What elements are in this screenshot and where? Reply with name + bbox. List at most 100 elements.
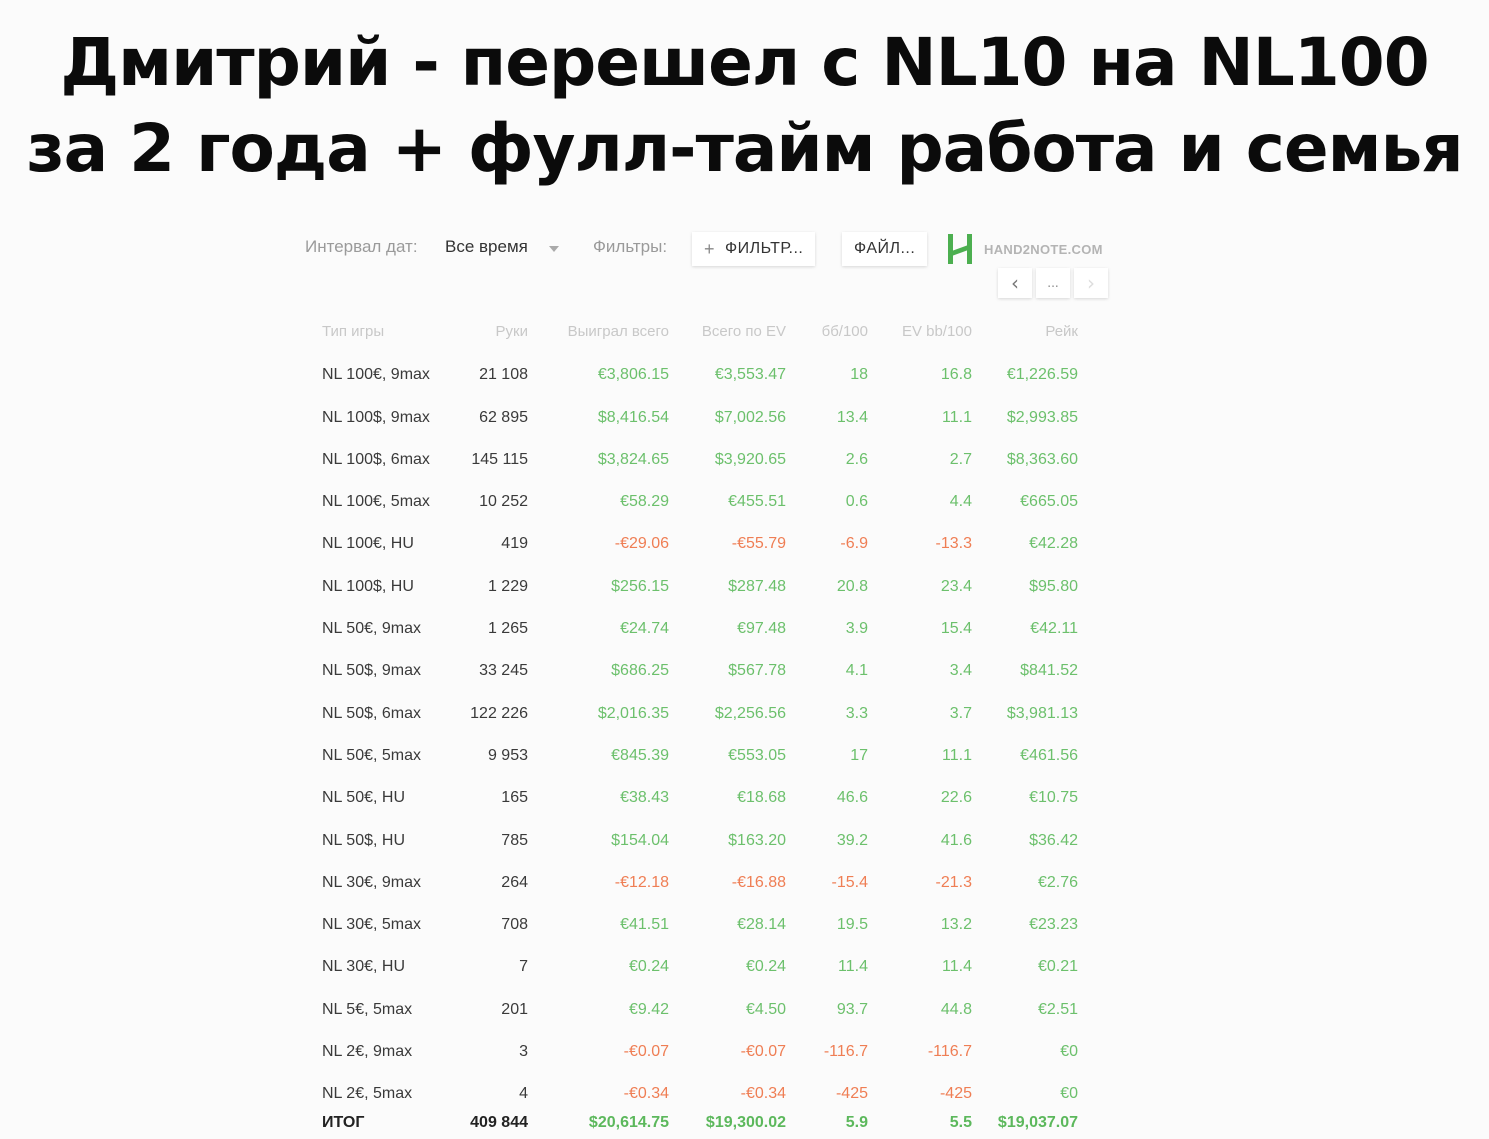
- cell-ev-total: €97.48: [737, 620, 786, 638]
- cell-won-total: $686.25: [611, 662, 669, 680]
- headline: Дмитрий - перешел с NL10 на NL100 за 2 г…: [0, 20, 1489, 192]
- cell-game-type: NL 2€, 9max: [322, 1043, 413, 1061]
- cell-bb100: -116.7: [823, 1043, 868, 1061]
- table-row[interactable]: NL 50$, HU 785 $154.04 $163.20 39.2 41.6 $36.4…: [322, 811, 1078, 853]
- total-hands: 409 844: [470, 1114, 528, 1132]
- col-header-bb100[interactable]: бб/100: [786, 316, 868, 346]
- total-won: $20,614.75: [588, 1114, 669, 1132]
- total-ev-bb100: 5.5: [949, 1114, 972, 1132]
- cell-rake: $8,363.60: [1006, 450, 1078, 468]
- hand2note-logo: HAND2NOTE.COM: [946, 232, 1103, 266]
- table-row[interactable]: NL 100$, 9max 62 895 $8,416.54 $7,002.56 13.…: [322, 388, 1078, 430]
- cell-ev-bb100: -13.3: [935, 535, 972, 553]
- cell-hands: 419: [501, 535, 528, 553]
- cell-rake: €2.76: [1037, 873, 1078, 891]
- col-header-rake[interactable]: Рейк: [972, 316, 1078, 346]
- cell-won-total: €0.24: [628, 958, 669, 976]
- cell-rake: $2,993.85: [1006, 408, 1078, 426]
- table-row[interactable]: NL 30€, 5max 708 €41.51 €28.14 19.5 13.2 €23.2…: [322, 896, 1078, 938]
- col-header-ev-total[interactable]: Всего по EV: [669, 316, 786, 346]
- table-row[interactable]: NL 50$, 6max 122 226 $2,016.35 $2,256.56 3.3…: [322, 684, 1078, 726]
- table-row[interactable]: NL 30€, 9max 264 -€12.18 -€16.88 -15.4 -21.3 €…: [322, 854, 1078, 896]
- cell-ev-total: -€55.79: [731, 535, 786, 553]
- table-row[interactable]: NL 2€, 5max 4 -€0.34 -€0.34 -425 -425 €0: [322, 1065, 1078, 1107]
- table-row[interactable]: NL 2€, 9max 3 -€0.07 -€0.07 -116.7 -116.7 €0: [322, 1023, 1078, 1065]
- cell-hands: 201: [501, 1000, 528, 1018]
- table-row[interactable]: NL 100€, 9max 21 108 €3,806.15 €3,553.47 18 1…: [322, 346, 1078, 388]
- cell-bb100: -425: [835, 1085, 868, 1103]
- cell-ev-total: -€16.88: [731, 873, 786, 891]
- cell-game-type: NL 50$, HU: [322, 831, 405, 849]
- table-row[interactable]: NL 50$, 9max 33 245 $686.25 $567.78 4.1 3.4 $8…: [322, 642, 1078, 684]
- cell-ev-bb100: 4.4: [949, 493, 972, 511]
- cell-ev-total: €18.68: [737, 789, 786, 807]
- cell-won-total: $256.15: [611, 577, 669, 595]
- cell-ev-total: -€0.07: [740, 1043, 786, 1061]
- cell-game-type: NL 100$, 9max: [322, 408, 430, 426]
- cell-hands: 9 953: [487, 746, 528, 764]
- cell-rake: €461.56: [1020, 746, 1078, 764]
- table-row[interactable]: NL 100€, 5max 10 252 €58.29 €455.51 0.6 4.4 €6…: [322, 473, 1078, 515]
- table-row[interactable]: NL 100$, 6max 145 115 $3,824.65 $3,920.65 2.…: [322, 431, 1078, 473]
- table-row[interactable]: NL 5€, 5max 201 €9.42 €4.50 93.7 44.8 €2.51: [322, 980, 1078, 1022]
- table-row[interactable]: NL 50€, 9max 1 265 €24.74 €97.48 3.9 15.4 €42.…: [322, 600, 1078, 642]
- col-header-won-total[interactable]: Выиграл всего: [528, 316, 669, 346]
- cell-game-type: NL 30€, 5max: [322, 916, 422, 934]
- cell-ev-bb100: 11.1: [942, 408, 972, 426]
- cell-game-type: NL 50$, 6max: [322, 704, 422, 722]
- stats-table: Тип игры Руки Выиграл всего Всего по EV …: [322, 316, 1078, 1139]
- col-header-game-type[interactable]: Тип игры: [322, 316, 448, 346]
- cell-won-total: -€0.07: [623, 1043, 669, 1061]
- table-row[interactable]: NL 100$, HU 1 229 $256.15 $287.48 20.8 23.4 $9…: [322, 557, 1078, 599]
- table-total-row: ИТОГ 409 844 $20,614.75 $19,300.02 5.9 5…: [322, 1107, 1078, 1139]
- cell-won-total: -€12.18: [614, 873, 669, 891]
- cell-hands: 1 229: [487, 577, 528, 595]
- cell-ev-bb100: 44.8: [940, 1000, 972, 1018]
- cell-hands: 4: [519, 1085, 528, 1103]
- cell-hands: 1 265: [487, 620, 528, 638]
- cell-ev-bb100: 23.4: [940, 577, 972, 595]
- cell-won-total: €24.74: [620, 620, 669, 638]
- col-header-hands[interactable]: Руки: [448, 316, 528, 346]
- table-row[interactable]: NL 50€, 5max 9 953 €845.39 €553.05 17 11.1 €46…: [322, 727, 1078, 769]
- cell-ev-total: -€0.34: [740, 1085, 786, 1103]
- plus-icon: +: [704, 238, 716, 259]
- files-button[interactable]: ФАЙЛ...: [842, 232, 928, 266]
- cell-ev-total: $3,920.65: [714, 450, 786, 468]
- cell-rake: €1,226.59: [1006, 366, 1078, 384]
- cell-ev-total: €455.51: [728, 493, 786, 511]
- cell-game-type: NL 2€, 5max: [322, 1085, 413, 1103]
- hand2note-logo-text: HAND2NOTE.COM: [984, 241, 1103, 257]
- stats-panel: Интервал дат: Все время Фильтры: + ФИЛЬТ…: [300, 222, 1130, 1131]
- cell-won-total: €3,806.15: [597, 366, 669, 384]
- cell-bb100: 46.6: [836, 789, 868, 807]
- headline-line-1: Дмитрий - перешел с NL10 на NL100: [60, 24, 1429, 101]
- cell-won-total: €38.43: [620, 789, 669, 807]
- pager-prev-button[interactable]: ‹: [998, 268, 1032, 298]
- date-interval-select[interactable]: Все время: [445, 237, 528, 257]
- table-row[interactable]: NL 30€, HU 7 €0.24 €0.24 11.4 11.4 €0.21: [322, 938, 1078, 980]
- cell-rake: €42.11: [1030, 620, 1078, 638]
- col-header-ev-bb100[interactable]: EV bb/100: [868, 316, 972, 346]
- pager-more-button[interactable]: ...: [1036, 268, 1070, 298]
- total-label: ИТОГ: [322, 1114, 365, 1132]
- chevron-down-icon[interactable]: [549, 246, 559, 252]
- add-filter-button[interactable]: + ФИЛЬТР...: [692, 232, 816, 266]
- cell-won-total: $3,824.65: [597, 450, 669, 468]
- cell-bb100: 19.5: [836, 916, 868, 934]
- table-row[interactable]: NL 100€, HU 419 -€29.06 -€55.79 -6.9 -13.3 €42…: [322, 515, 1078, 557]
- cell-rake: $95.80: [1029, 577, 1078, 595]
- cell-ev-total: €4.50: [745, 1000, 786, 1018]
- cell-hands: 3: [519, 1043, 528, 1061]
- cell-bb100: 3.9: [845, 620, 868, 638]
- cell-won-total: -€29.06: [614, 535, 669, 553]
- pager-next-button[interactable]: ›: [1074, 268, 1108, 298]
- cell-ev-total: $7,002.56: [714, 408, 786, 426]
- cell-ev-total: $287.48: [728, 577, 786, 595]
- cell-hands: 708: [501, 916, 528, 934]
- cell-hands: 165: [501, 789, 528, 807]
- table-row[interactable]: NL 50€, HU 165 €38.43 €18.68 46.6 22.6 €10.75: [322, 769, 1078, 811]
- cell-ev-total: €553.05: [728, 746, 786, 764]
- headline-line-2: за 2 года + фулл-тайм работа и семья: [26, 110, 1463, 187]
- cell-bb100: 2.6: [845, 450, 868, 468]
